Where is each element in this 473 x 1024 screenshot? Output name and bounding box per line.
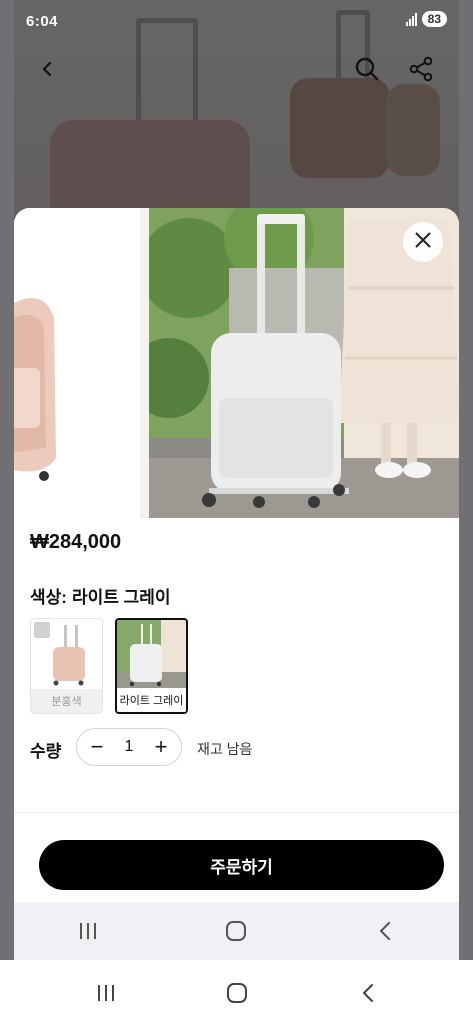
- status-time: 6:04: [26, 13, 59, 30]
- product-price: ₩284,000: [30, 531, 122, 553]
- search-icon[interactable]: [352, 54, 382, 84]
- home-icon[interactable]: [217, 973, 257, 1013]
- decrease-quantity-button[interactable]: −: [87, 736, 107, 758]
- share-icon[interactable]: [406, 54, 436, 84]
- divider: [14, 812, 459, 813]
- swatch-image-pink: [31, 619, 102, 689]
- color-swatch-pink[interactable]: 분홍색: [30, 618, 103, 714]
- stock-status: 재고 남음: [197, 741, 253, 757]
- back-icon[interactable]: [348, 973, 388, 1013]
- screen: 6:04 83 ₩284,000 색상: 라이트 그레이 분홍색 라이트 그레이…: [0, 0, 473, 1024]
- quantity-stepper: − 1 +: [76, 728, 182, 766]
- swatch-label-light-grey: 라이트 그레이: [117, 688, 186, 712]
- close-button[interactable]: [403, 222, 443, 262]
- selected-color-name: 라이트 그레이: [71, 588, 171, 607]
- status-bar: 6:04 83: [14, 8, 459, 36]
- product-image-gallery[interactable]: [14, 208, 459, 518]
- color-label-prefix: 색상:: [30, 588, 67, 607]
- product-options-sheet: ₩284,000 색상: 라이트 그레이 분홍색 라이트 그레이 수량 − 1 …: [14, 208, 459, 960]
- recents-icon[interactable]: [86, 973, 126, 1013]
- chevron-left-icon[interactable]: [33, 54, 63, 84]
- quantity-value: 1: [124, 738, 134, 755]
- quantity-label: 수량: [30, 742, 62, 761]
- color-option-label: 색상: 라이트 그레이: [30, 583, 171, 608]
- swatch-image-light-grey: [117, 620, 186, 690]
- inner-navigation-bar: [14, 902, 459, 960]
- gallery-icon: [34, 622, 50, 638]
- signal-icon: [405, 12, 417, 26]
- close-icon: [413, 230, 433, 255]
- product-image-pink: [14, 208, 140, 518]
- swatch-label-pink: 분홍색: [31, 689, 102, 713]
- order-button[interactable]: 주문하기: [39, 840, 444, 890]
- back-icon[interactable]: [365, 911, 405, 951]
- status-icons: 83: [405, 11, 447, 27]
- recents-icon[interactable]: [68, 911, 108, 951]
- color-swatch-light-grey[interactable]: 라이트 그레이: [115, 618, 188, 714]
- home-icon[interactable]: [216, 911, 256, 951]
- battery-indicator: 83: [421, 11, 447, 27]
- increase-quantity-button[interactable]: +: [151, 736, 171, 758]
- system-navigation-bar: [0, 962, 473, 1024]
